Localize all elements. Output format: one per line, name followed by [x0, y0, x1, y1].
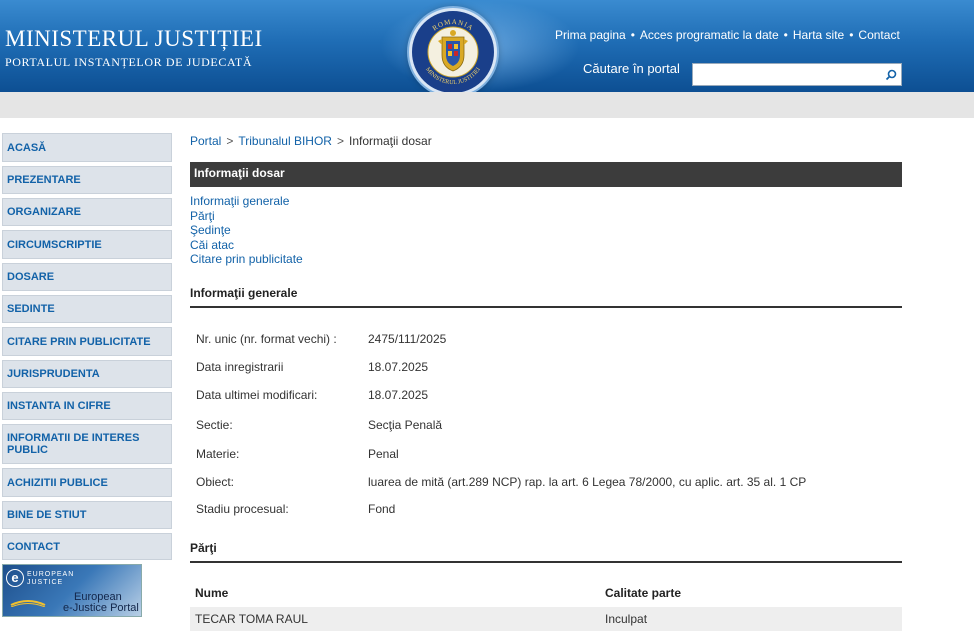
info-label: Data inregistrarii — [196, 359, 284, 374]
column-header-nume: Nume — [195, 585, 229, 600]
info-value: 2475/111/2025 — [368, 332, 447, 346]
ejustice-portal-line2: e-Justice Portal — [63, 602, 139, 614]
ejustice-logo-icon: e — [6, 569, 24, 587]
sidebar-item-achizitii[interactable]: ACHIZITII PUBLICE — [2, 468, 172, 497]
anchor-links: Informaţii generale Părţi Şedinţe Căi at… — [190, 194, 902, 267]
info-value: Penal — [368, 447, 399, 461]
general-heading: Informaţii generale — [190, 286, 902, 308]
parti-table-header: Nume Calitate parte — [190, 579, 902, 607]
link-separator: • — [630, 28, 635, 42]
info-value: 18.07.2025 — [368, 359, 429, 374]
ministry-emblem-logo[interactable]: ROMANIA MINISTERUL JUSTITIEI — [409, 8, 497, 96]
sidebar-item-prezentare[interactable]: PREZENTARE — [2, 166, 172, 194]
site-title: MINISTERUL JUSTIȚIEI — [5, 26, 263, 51]
column-header-calitate: Calitate parte — [605, 585, 682, 600]
info-row: Stadiu procesual: Fond — [190, 496, 902, 523]
info-value: Fond — [368, 502, 396, 516]
link-separator: • — [783, 28, 788, 42]
breadcrumb-current: Informaţii dosar — [348, 134, 432, 148]
site-header: MINISTERUL JUSTIȚIEI PORTALUL INSTANȚELO… — [0, 0, 974, 96]
info-row: Data ultimei modificari: 18.07.2025 — [190, 381, 902, 409]
anchor-parti[interactable]: Părţi — [190, 209, 902, 224]
anchor-citare[interactable]: Citare prin publicitate — [190, 252, 902, 267]
sidebar-item-circumscriptie[interactable]: CIRCUMSCRIPTIE — [2, 230, 172, 259]
breadcrumb-separator: > — [226, 134, 234, 148]
info-label: Stadiu procesual: — [196, 502, 289, 516]
top-links: Prima pagina • Acces programatic la date • H… — [555, 28, 900, 42]
breadcrumb: Portal > Tribunalul BIHOR > Informaţii dosar — [190, 134, 902, 154]
info-row: Obiect: luarea de mită (art.289 NCP) rap… — [190, 468, 902, 496]
search-icon — [885, 69, 896, 80]
info-label: Obiect: — [196, 474, 235, 489]
link-prima-pagina[interactable]: Prima pagina — [555, 28, 626, 42]
sidebar-item-instanta-in-cifre[interactable]: INSTANTA IN CIFRE — [2, 392, 172, 420]
link-harta-site[interactable]: Harta site — [793, 28, 844, 42]
sidebar-item-acasa[interactable]: ACASĂ — [2, 133, 172, 162]
info-value: 18.07.2025 — [368, 387, 429, 402]
breadcrumb-separator: > — [336, 134, 344, 148]
info-label: Sectie: — [196, 417, 233, 432]
parte-calitate: Inculpat — [605, 611, 648, 626]
scales-icon — [10, 600, 46, 607]
sidebar-item-organizare[interactable]: ORGANIZARE — [2, 198, 172, 226]
site-subtitle: PORTALUL INSTANȚELOR DE JUDECATĂ — [5, 55, 253, 69]
parte-nume: TECAR TOMA RAUL — [195, 611, 308, 626]
parti-heading: Părţi — [190, 541, 902, 563]
sidebar-nav: ACASĂ PREZENTARE ORGANIZARE CIRCUMSCRIPT… — [2, 133, 172, 617]
info-label: Materie: — [196, 447, 240, 461]
breadcrumb-tribunal[interactable]: Tribunalul BIHOR — [238, 134, 332, 148]
search-button[interactable] — [880, 63, 902, 86]
link-separator: • — [849, 28, 854, 42]
info-label: Nr. unic (nr. format vechi) : — [196, 332, 337, 346]
info-row: Nr. unic (nr. format vechi) : 2475/111/2… — [190, 326, 902, 353]
info-label: Data ultimei modificari: — [196, 387, 318, 402]
coat-of-arms-icon: ROMANIA MINISTERUL JUSTITIEI — [415, 14, 491, 90]
sidebar-item-citare[interactable]: CITARE PRIN PUBLICITATE — [2, 327, 172, 356]
sidebar-item-jurisprudenta[interactable]: JURISPRUDENTA — [2, 360, 172, 388]
anchor-sedinte[interactable]: Şedinţe — [190, 223, 902, 238]
header-subbar — [0, 92, 974, 118]
ejustice-line2: JUSTICE — [27, 579, 64, 586]
info-row: Materie: Penal — [190, 441, 902, 468]
search-input[interactable] — [692, 63, 881, 86]
link-acces-programatic[interactable]: Acces programatic la date — [640, 28, 779, 42]
sidebar-item-sedinte[interactable]: SEDINTE — [2, 295, 172, 323]
anchor-cai-atac[interactable]: Căi atac — [190, 238, 902, 253]
main-content: Portal > Tribunalul BIHOR > Informaţii dosar… — [190, 134, 902, 631]
ejustice-banner[interactable]: e EUROPEAN JUSTICE European e-Justice Po… — [2, 564, 142, 617]
general-info-table: Nr. unic (nr. format vechi) : 2475/111/2… — [190, 326, 902, 523]
sidebar-item-interes-public[interactable]: INFORMATII DE INTERES PUBLIC — [2, 424, 172, 464]
section-title: Informaţii dosar — [190, 162, 902, 187]
search-label: Căutare în portal — [583, 61, 680, 76]
link-contact[interactable]: Contact — [858, 28, 899, 42]
info-value: Secţia Penală — [368, 417, 443, 432]
ejustice-line1: EUROPEAN — [27, 571, 75, 578]
info-value: luarea de mită (art.289 NCP) rap. la art… — [368, 474, 807, 489]
sidebar-item-bine-de-stiut[interactable]: BINE DE STIUT — [2, 501, 172, 529]
info-row: Sectie: Secţia Penală — [190, 409, 902, 441]
breadcrumb-portal[interactable]: Portal — [190, 134, 221, 148]
sidebar-item-contact[interactable]: CONTACT — [2, 533, 172, 560]
sidebar-item-dosare[interactable]: DOSARE — [2, 263, 172, 291]
anchor-informatii-generale[interactable]: Informaţii generale — [190, 194, 902, 209]
parti-table: Nume Calitate parte TECAR TOMA RAUL Incu… — [190, 579, 902, 631]
info-row: Data inregistrarii 18.07.2025 — [190, 353, 902, 381]
